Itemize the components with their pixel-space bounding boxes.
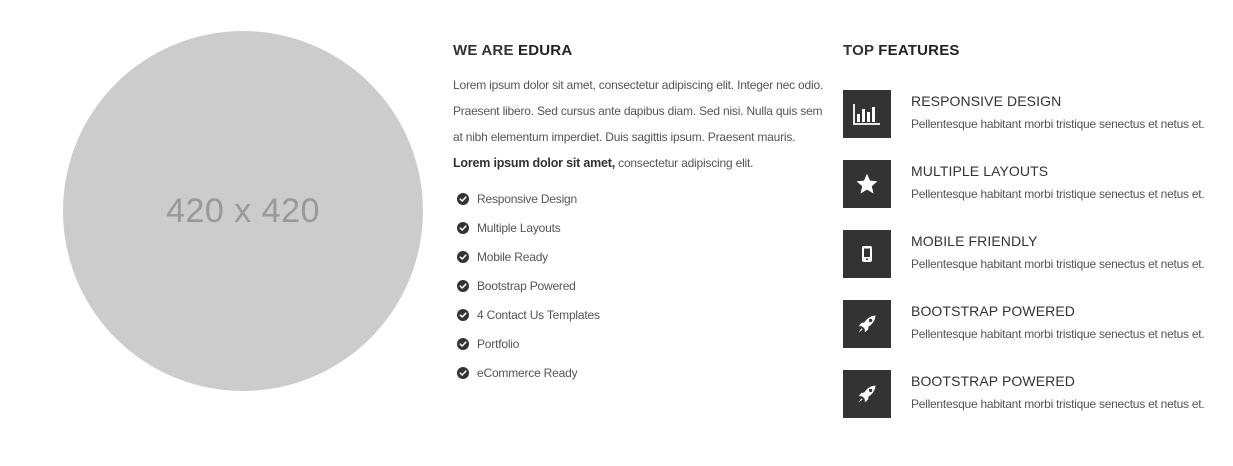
check-circle-icon <box>457 337 469 350</box>
check-circle-icon <box>457 250 469 263</box>
feature-item-bootstrap-powered: BOOTSTRAP POWERED Pellentesque habitant … <box>843 370 1213 440</box>
about-column: WE ARE EDURA Lorem ipsum dolor sit amet,… <box>453 40 825 387</box>
about-features-section: 420 x 420 WE ARE EDURA Lorem ipsum dolor… <box>0 0 1233 466</box>
checklist-item-label: 4 Contact Us Templates <box>477 307 600 322</box>
feature-body: MOBILE FRIENDLY Pellentesque habitant mo… <box>911 230 1205 300</box>
about-heading: WE ARE EDURA <box>453 40 825 62</box>
feature-body: MULTIPLE LAYOUTS Pellentesque habitant m… <box>911 160 1205 230</box>
feature-description: Pellentesque habitant morbi tristique se… <box>911 327 1205 341</box>
checklist-item-label: Mobile Ready <box>477 249 548 264</box>
checklist-item: Bootstrap Powered <box>453 271 825 300</box>
checklist-item: eCommerce Ready <box>453 358 825 387</box>
about-paragraph-text: Lorem ipsum dolor sit amet, consectetur … <box>453 78 824 144</box>
feature-list: RESPONSIVE DESIGN Pellentesque habitant … <box>843 90 1213 440</box>
feature-description: Pellentesque habitant morbi tristique se… <box>911 117 1205 131</box>
feature-title: MOBILE FRIENDLY <box>911 233 1038 249</box>
about-heading-prefix: WE ARE <box>453 42 514 59</box>
checklist-item-label: Responsive Design <box>477 191 577 206</box>
features-heading-bold: FEATURES <box>878 42 960 59</box>
mobile-phone-icon <box>843 230 891 278</box>
feature-body: BOOTSTRAP POWERED Pellentesque habitant … <box>911 370 1205 440</box>
check-circle-icon <box>457 366 469 379</box>
checklist-item-label: Multiple Layouts <box>477 220 561 235</box>
checklist-item: Mobile Ready <box>453 242 825 271</box>
feature-title: RESPONSIVE DESIGN <box>911 93 1062 109</box>
rocket-icon <box>843 370 891 418</box>
checklist-item: Portfolio <box>453 329 825 358</box>
about-heading-brand: EDURA <box>518 42 573 59</box>
image-placeholder: 420 x 420 <box>63 31 423 391</box>
feature-description: Pellentesque habitant morbi tristique se… <box>911 257 1205 271</box>
feature-description: Pellentesque habitant morbi tristique se… <box>911 397 1205 411</box>
checklist-item: Responsive Design <box>453 184 825 213</box>
feature-body: RESPONSIVE DESIGN Pellentesque habitant … <box>911 90 1205 160</box>
check-circle-icon <box>457 279 469 292</box>
placeholder-label: 420 x 420 <box>166 191 320 230</box>
feature-item-multiple-layouts: MULTIPLE LAYOUTS Pellentesque habitant m… <box>843 160 1213 230</box>
check-circle-icon <box>457 192 469 205</box>
rocket-icon <box>843 300 891 348</box>
checklist-item-label: Portfolio <box>477 336 520 351</box>
checklist-item-label: Bootstrap Powered <box>477 278 576 293</box>
about-paragraph-bold: Lorem ipsum dolor sit amet, <box>453 156 615 170</box>
feature-item-bootstrap-powered: BOOTSTRAP POWERED Pellentesque habitant … <box>843 300 1213 370</box>
feature-title: MULTIPLE LAYOUTS <box>911 163 1049 179</box>
feature-title: BOOTSTRAP POWERED <box>911 373 1076 389</box>
star-icon <box>843 160 891 208</box>
check-circle-icon <box>457 308 469 321</box>
feature-checklist: Responsive Design Multiple Layouts Mobil… <box>453 184 825 387</box>
features-heading-prefix: TOP <box>843 42 874 59</box>
checklist-item: Multiple Layouts <box>453 213 825 242</box>
checklist-item: 4 Contact Us Templates <box>453 300 825 329</box>
feature-item-responsive-design: RESPONSIVE DESIGN Pellentesque habitant … <box>843 90 1213 160</box>
check-circle-icon <box>457 221 469 234</box>
about-paragraph: Lorem ipsum dolor sit amet, consectetur … <box>453 72 825 176</box>
feature-body: BOOTSTRAP POWERED Pellentesque habitant … <box>911 300 1205 370</box>
about-paragraph-end: consectetur adipiscing elit. <box>618 156 754 170</box>
features-heading: TOP FEATURES <box>843 40 1213 62</box>
bar-chart-icon <box>843 90 891 138</box>
feature-title: BOOTSTRAP POWERED <box>911 303 1076 319</box>
feature-description: Pellentesque habitant morbi tristique se… <box>911 187 1205 201</box>
checklist-item-label: eCommerce Ready <box>477 365 578 380</box>
features-column: TOP FEATURES RESPONSIVE DESIGN Pellentes… <box>843 40 1213 440</box>
feature-item-mobile-friendly: MOBILE FRIENDLY Pellentesque habitant mo… <box>843 230 1213 300</box>
